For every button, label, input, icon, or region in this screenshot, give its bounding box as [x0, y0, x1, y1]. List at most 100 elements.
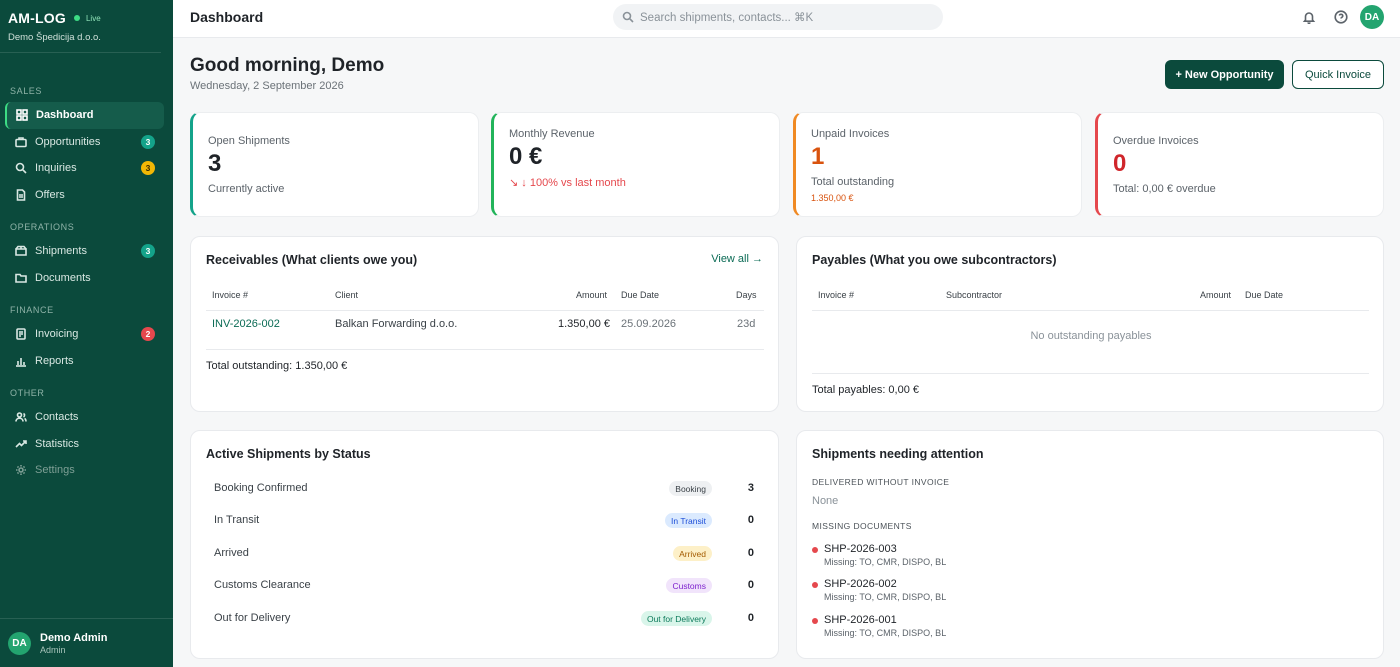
document-icon	[14, 188, 28, 202]
sidebar-item-offers[interactable]: Offers	[5, 182, 164, 209]
status-badge: Out for Delivery	[640, 611, 712, 626]
count-badge: 3	[141, 244, 155, 258]
stat-card-unpaid-invoices[interactable]: Unpaid Invoices 1 Total outstanding 1.35…	[793, 112, 1082, 217]
briefcase-icon	[14, 135, 28, 149]
stat-value: 0	[1113, 150, 1127, 177]
shipment-id[interactable]: SHP-2026-003	[824, 543, 897, 555]
empty-state: No outstanding payables	[1030, 330, 1152, 342]
page-title: Dashboard	[190, 9, 264, 25]
avatar[interactable]: DA	[1360, 5, 1384, 29]
user-profile[interactable]: DA Demo Admin Admin	[0, 618, 173, 667]
stat-value: 1	[811, 143, 825, 170]
status-name: Out for Delivery	[214, 612, 291, 624]
count-badge: 2	[141, 327, 155, 341]
status-count: 0	[747, 612, 754, 624]
status-name: Booking Confirmed	[214, 482, 308, 494]
app-logo[interactable]: AM-LOG	[8, 10, 66, 26]
status-badge: Booking	[669, 481, 712, 496]
column-header: Due Date	[1245, 290, 1284, 300]
sidebar-item-opportunities[interactable]: Opportunities 3	[5, 129, 164, 156]
status-count: 3	[747, 482, 754, 494]
status-badge: In Transit	[665, 513, 712, 528]
stat-label: Open Shipments	[208, 135, 290, 147]
column-header: Days	[736, 290, 757, 300]
sidebar-item-label: Offers	[35, 188, 65, 201]
sidebar-item-contacts[interactable]: Contacts	[5, 404, 164, 431]
stat-card-open-shipments[interactable]: Open Shipments 3 Currently active	[190, 112, 479, 217]
view-all-link[interactable]: View all →	[711, 253, 763, 265]
topbar: Dashboard Search shipments, contacts... …	[173, 0, 1400, 38]
user-role: Admin	[40, 644, 66, 655]
missing-docs: Missing: TO, CMR, DISPO, BL	[824, 557, 947, 567]
status-count: 0	[747, 547, 754, 559]
live-dot-icon	[73, 15, 80, 21]
due-date-cell: 25.09.2026	[621, 318, 677, 330]
search-input[interactable]: Search shipments, contacts... ⌘K	[613, 4, 943, 30]
amount-cell: 1.350,00 €	[558, 318, 610, 330]
avatar: DA	[8, 631, 31, 655]
sidebar-item-label: Opportunities	[35, 135, 101, 148]
user-name: Demo Admin	[40, 631, 108, 644]
status-row-booking[interactable]: Booking Confirmed Booking 3	[214, 479, 754, 499]
count-badge: 3	[141, 161, 155, 175]
sidebar-item-shipments[interactable]: Shipments 3	[5, 238, 164, 265]
sidebar-item-documents[interactable]: Documents	[5, 265, 164, 292]
search-icon	[14, 161, 28, 175]
column-header: Invoice #	[212, 290, 249, 300]
shipment-id[interactable]: SHP-2026-001	[824, 614, 897, 626]
column-header: Due Date	[621, 290, 660, 300]
sidebar-item-invoicing[interactable]: Invoicing 2	[5, 321, 164, 348]
card-title: Receivables (What clients owe you)	[206, 253, 418, 267]
folder-icon	[14, 271, 28, 285]
status-badge: Arrived	[673, 546, 712, 561]
status-count: 0	[747, 579, 754, 591]
sidebar-item-label: Dashboard	[36, 109, 94, 122]
search-icon	[622, 11, 634, 23]
section-label-other: OTHER	[10, 388, 45, 398]
current-date: Wednesday, 2 September 2026	[190, 80, 344, 92]
status-badge: Customs	[666, 578, 712, 593]
sidebar-item-inquiries[interactable]: Inquiries 3	[5, 155, 164, 182]
missing-docs: Missing: TO, CMR, DISPO, BL	[824, 628, 947, 638]
sidebar-item-label: Inquiries	[35, 162, 77, 175]
sidebar-item-dashboard[interactable]: Dashboard	[5, 102, 164, 129]
card-title: Shipments needing attention	[812, 447, 984, 461]
sidebar-item-settings[interactable]: Settings	[5, 457, 164, 484]
sidebar-item-statistics[interactable]: Statistics	[5, 431, 164, 458]
card-title: Active Shipments by Status	[206, 447, 371, 461]
gear-icon	[14, 463, 28, 477]
shipment-id[interactable]: SHP-2026-002	[824, 578, 897, 590]
live-indicator: Live	[85, 13, 101, 23]
missing-docs: Missing: TO, CMR, DISPO, BL	[824, 592, 947, 602]
stat-sub: Currently active	[208, 183, 285, 195]
new-opportunity-button[interactable]: + New Opportunity	[1165, 60, 1284, 89]
total-outstanding: Total outstanding: 1.350,00 €	[206, 360, 348, 372]
bell-icon[interactable]	[1301, 9, 1317, 25]
receipt-icon	[14, 327, 28, 341]
status-row-in-transit[interactable]: In Transit In Transit 0	[214, 511, 754, 531]
stat-card-overdue-invoices[interactable]: Overdue Invoices 0 Total: 0,00 € overdue	[1095, 112, 1384, 217]
sidebar-item-label: Shipments	[35, 245, 87, 258]
sidebar: AM-LOG Live Demo Špedicija d.o.o. SALES …	[0, 0, 173, 667]
stat-card-monthly-revenue[interactable]: Monthly Revenue 0 € ↘ ↓ 100% vs last mon…	[491, 112, 780, 217]
bar-chart-icon	[14, 354, 28, 368]
sidebar-item-label: Documents	[35, 271, 91, 284]
sidebar-item-reports[interactable]: Reports	[5, 348, 164, 375]
column-header: Amount	[1200, 290, 1232, 300]
column-header: Amount	[576, 290, 608, 300]
quick-invoice-button[interactable]: Quick Invoice	[1292, 60, 1384, 89]
count-badge: 3	[141, 134, 155, 149]
status-row-arrived[interactable]: Arrived Arrived 0	[214, 544, 754, 564]
outstanding-amount: 1.350,00 €	[811, 193, 854, 203]
status-row-out-for-delivery[interactable]: Out for Delivery Out for Delivery 0	[214, 609, 754, 629]
status-count: 0	[747, 514, 754, 526]
invoice-link[interactable]: INV-2026-002	[212, 318, 280, 330]
alert-dot-icon	[812, 618, 818, 624]
brand: AM-LOG Live Demo Špedicija d.o.o.	[0, 0, 161, 53]
help-icon[interactable]	[1333, 9, 1349, 25]
stat-sub: Total outstanding	[811, 176, 895, 188]
stat-value: 3	[208, 150, 222, 177]
shipments-status-card: Active Shipments by Status Booking Confi…	[190, 430, 779, 659]
stat-label: Monthly Revenue	[509, 128, 595, 140]
status-row-customs[interactable]: Customs Clearance Customs 0	[214, 576, 754, 596]
